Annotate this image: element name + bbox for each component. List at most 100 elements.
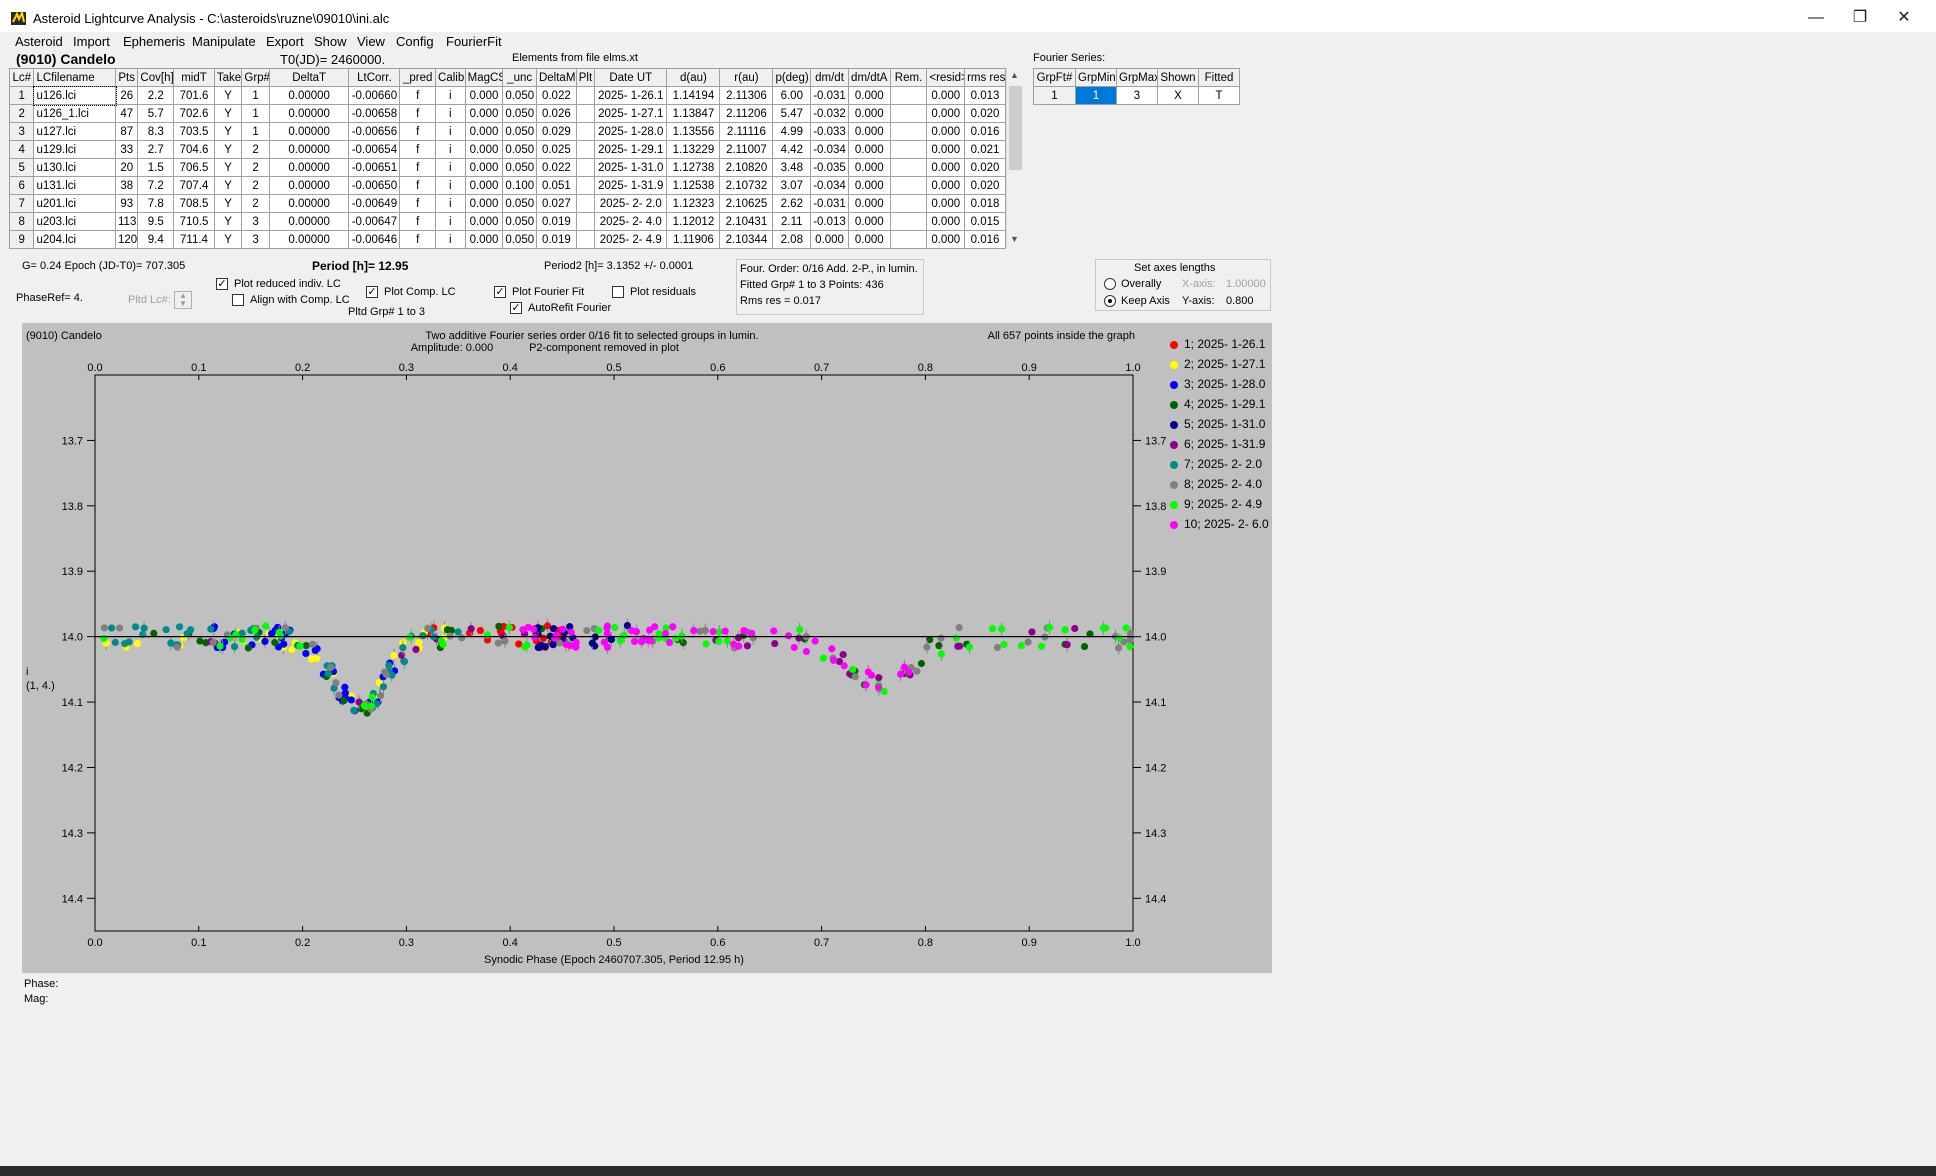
table-cell[interactable] [889,104,928,123]
fourier-cell[interactable]: 1 [1033,86,1076,105]
minimize-button[interactable]: — [1796,6,1836,30]
table-cell[interactable]: 1.12323 [666,194,721,213]
table-cell[interactable]: Y [213,194,243,213]
column-header[interactable]: Lc# [8,68,35,87]
table-cell[interactable]: 120 [114,230,139,249]
table-cell[interactable]: u204.lci [33,230,116,249]
table-cell[interactable]: Y [213,230,243,249]
table-cell[interactable]: 2.10732 [719,176,774,195]
table-cell[interactable]: 47 [114,104,139,123]
menu-asteroid[interactable]: Asteroid [15,34,63,49]
table-cell[interactable]: 113 [114,212,139,231]
table-cell[interactable]: 0.000 [926,194,966,213]
table-cell[interactable]: i [435,194,466,213]
table-cell[interactable]: 0.026 [535,104,577,123]
table-cell[interactable]: i [435,176,466,195]
table-cell[interactable]: u129.lci [33,140,116,159]
table-cell[interactable]: 0.000 [926,122,966,141]
table-cell[interactable]: 0.000 [926,176,966,195]
table-cell[interactable] [575,176,596,195]
table-cell[interactable]: f [399,176,437,195]
column-header[interactable]: Pts [114,68,139,87]
table-cell[interactable]: 0.100 [502,176,537,195]
menu-ephemeris[interactable]: Ephemeris [123,34,185,49]
table-cell[interactable]: 1.11906 [666,230,721,249]
table-cell[interactable]: 3 [241,212,270,231]
table-cell[interactable]: 0.00000 [268,122,350,141]
table-cell[interactable]: f [399,212,437,231]
plot-comp-checkbox[interactable]: ✓ [366,286,378,298]
table-cell[interactable]: 708.5 [173,194,215,213]
table-cell[interactable]: Y [213,140,243,159]
table-cell[interactable]: 0.051 [535,176,577,195]
table-cell[interactable]: 0.050 [502,158,537,177]
row-number[interactable]: 4 [8,140,35,159]
table-cell[interactable]: f [399,86,437,105]
table-cell[interactable]: 0.000 [847,140,891,159]
table-cell[interactable]: i [435,230,466,249]
column-header[interactable]: Date UT [594,68,668,87]
column-header[interactable]: p(deg) [772,68,812,87]
table-cell[interactable]: Y [213,212,243,231]
table-cell[interactable]: 2 [241,140,270,159]
column-header[interactable]: d(au) [666,68,721,87]
fourier-cell[interactable]: X [1157,86,1199,105]
table-cell[interactable]: 2025- 1-31.0 [594,158,668,177]
table-cell[interactable]: 701.6 [173,86,215,105]
table-cell[interactable]: 0.020 [964,158,1006,177]
table-cell[interactable]: -0.035 [810,158,849,177]
row-number[interactable]: 3 [8,122,35,141]
table-cell[interactable]: 1.12012 [666,212,721,231]
table-cell[interactable]: 0.020 [964,176,1006,195]
table-cell[interactable]: 0.013 [964,86,1006,105]
column-header[interactable]: Take [213,68,243,87]
table-cell[interactable]: 38 [114,176,139,195]
table-cell[interactable] [889,212,928,231]
table-row[interactable]: 1 u126.lci 26 2.2 701.6 Y 1 0.00000 -0.00660 f i 0.… [8,85,1006,106]
table-cell[interactable]: 0.000 [847,230,891,249]
table-cell[interactable]: 0.027 [535,194,577,213]
table-cell[interactable]: 0.050 [502,86,537,105]
table-cell[interactable]: 2.08 [772,230,812,249]
table-cell[interactable]: 3.48 [772,158,812,177]
table-cell[interactable]: 2025- 1-29.1 [594,140,668,159]
table-cell[interactable]: 0.000 [464,212,504,231]
y-axis-value[interactable]: 0.800 [1226,295,1254,307]
table-cell[interactable]: 0.021 [964,140,1006,159]
table-cell[interactable]: -0.013 [810,212,849,231]
column-header[interactable]: _unc [502,68,537,87]
table-cell[interactable]: i [435,122,466,141]
table-cell[interactable]: f [399,230,437,249]
overally-radio[interactable] [1104,278,1116,290]
table-cell[interactable]: u127.lci [33,122,116,141]
table-cell[interactable] [575,86,596,105]
menu-view[interactable]: View [357,34,385,49]
column-header[interactable]: Rem. [889,68,928,87]
table-cell[interactable]: Y [213,104,243,123]
table-cell[interactable]: 0.000 [464,86,504,105]
table-cell[interactable]: 1 [241,122,270,141]
table-cell[interactable]: -0.00654 [348,140,401,159]
row-number[interactable]: 5 [8,158,35,177]
table-cell[interactable]: 2025- 2- 4.0 [594,212,668,231]
table-cell[interactable]: 4.99 [772,122,812,141]
table-cell[interactable]: u130.lci [33,158,116,177]
table-cell[interactable]: 4.42 [772,140,812,159]
table-cell[interactable]: 2025- 2- 2.0 [594,194,668,213]
table-cell[interactable]: 0.000 [847,212,891,231]
column-header[interactable]: DeltaM [535,68,577,87]
table-cell[interactable] [575,230,596,249]
table-cell[interactable]: u203.lci [33,212,116,231]
table-cell[interactable]: 0.029 [535,122,577,141]
table-cell[interactable]: 0.050 [502,194,537,213]
lightcurve-table[interactable]: Lc# LCfilename Pts Cov[h] midT Take Grp# DeltaT… [8,68,1006,249]
table-cell[interactable]: 2 [241,176,270,195]
table-cell[interactable]: 0.00000 [268,158,350,177]
table-cell[interactable]: 9.5 [137,212,175,231]
column-header[interactable]: Cov[h] [137,68,175,87]
scroll-up-icon[interactable]: ▲ [1010,70,1019,80]
table-cell[interactable]: 0.000 [847,194,891,213]
menu-fourierfit[interactable]: FourierFit [446,34,502,49]
table-cell[interactable]: 7.2 [137,176,175,195]
table-cell[interactable]: 704.6 [173,140,215,159]
